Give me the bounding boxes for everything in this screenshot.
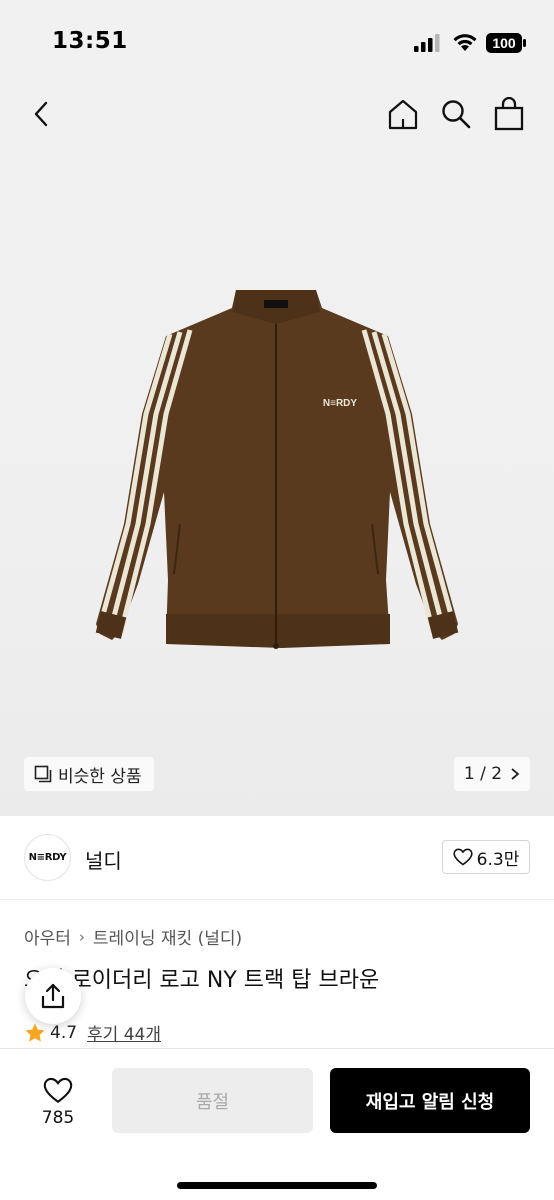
- chevron-left-icon: [34, 101, 48, 127]
- status-bar: 13:51 100: [0, 0, 554, 88]
- similar-products-label: 비슷한 상품: [58, 766, 142, 787]
- home-button[interactable]: [383, 94, 423, 134]
- brand-row[interactable]: N≡RDY 널디 6.3만: [0, 816, 554, 900]
- search-icon: [442, 100, 471, 129]
- home-indicator: [177, 1182, 377, 1189]
- image-pager[interactable]: 1 / 2: [454, 757, 530, 791]
- share-button[interactable]: [25, 968, 81, 1024]
- brand-name[interactable]: 널디: [85, 845, 122, 874]
- breadcrumb-item[interactable]: 아우터: [24, 924, 71, 949]
- product-image[interactable]: N≡RDY: [70, 284, 484, 676]
- battery-icon: 100: [486, 33, 526, 53]
- cart-button[interactable]: [489, 94, 529, 134]
- wishlist-count: 785: [41, 1107, 75, 1128]
- breadcrumb-item[interactable]: 트레이닝 재킷 (널디): [93, 924, 242, 949]
- chevron-right-icon: ›: [78, 927, 85, 946]
- similar-products-button[interactable]: 비슷한 상품: [24, 757, 154, 791]
- heart-icon: [43, 1077, 73, 1103]
- copy-icon: [34, 765, 52, 783]
- shopping-bag-icon: [494, 97, 524, 131]
- brand-like-count: 6.3만: [476, 849, 520, 870]
- soldout-button: 품절: [112, 1068, 313, 1133]
- home-icon: [388, 99, 418, 130]
- jacket-chest-logo: N≡RDY: [323, 398, 358, 409]
- cellular-signal-icon: [414, 34, 440, 52]
- restock-alert-button[interactable]: 재입고 알림 신청: [330, 1068, 530, 1133]
- search-button[interactable]: [436, 94, 476, 134]
- pager-text: 1 / 2: [463, 764, 503, 784]
- star-icon: [25, 1023, 45, 1042]
- wifi-icon: [453, 34, 477, 51]
- bottom-action-bar: 785 품절 재입고 알림 신청: [0, 1048, 554, 1200]
- rating-row: 4.7 후기 44개: [24, 1020, 161, 1045]
- nav-bar: [0, 88, 554, 140]
- breadcrumb: 아우터 › 트레이닝 재킷 (널디): [24, 924, 242, 950]
- back-button[interactable]: [22, 94, 62, 134]
- chevron-right-icon: [511, 768, 520, 780]
- product-image-area[interactable]: N≡RDY 비슷한 상품 1 / 2: [0, 140, 554, 816]
- brand-logo[interactable]: N≡RDY: [24, 834, 71, 881]
- product-title: 오버 로이더리 로고 NY 트랙 탑 브라운: [24, 968, 380, 993]
- heart-icon: [453, 848, 473, 866]
- wishlist-button[interactable]: 785: [24, 1067, 92, 1137]
- battery-level: 100: [492, 35, 516, 51]
- brand-like-button[interactable]: 6.3만: [442, 840, 530, 874]
- share-icon: [41, 983, 65, 1009]
- rating-value: 4.7: [50, 1022, 78, 1043]
- review-link[interactable]: 후기 44개: [87, 1020, 161, 1045]
- status-time: 13:51: [52, 28, 128, 54]
